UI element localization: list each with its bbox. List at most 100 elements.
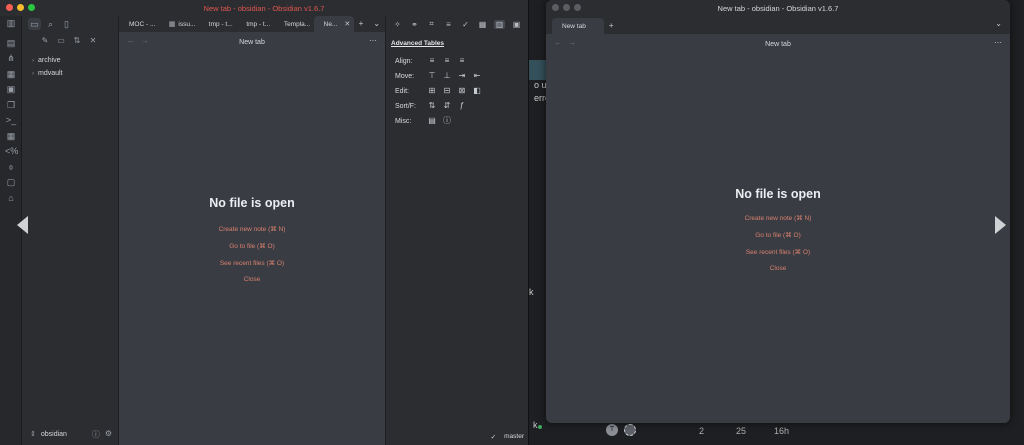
calendar-icon[interactable]: ▦: [477, 20, 488, 29]
window-title: New tab - obsidian - Obsidian v1.6.7: [203, 3, 325, 13]
chevron-right-icon: ›: [32, 70, 34, 77]
formula-icon[interactable]: ƒ: [457, 101, 467, 111]
csv-icon[interactable]: ▤: [427, 116, 437, 126]
close-link[interactable]: Close: [546, 265, 1010, 272]
sort-descending-icon[interactable]: ⇵: [442, 101, 452, 111]
tab-templates[interactable]: Templa...: [274, 16, 314, 32]
home-icon[interactable]: ⌂: [5, 192, 17, 204]
move-column-right-icon[interactable]: ⇥: [457, 71, 467, 81]
status-dot: [538, 425, 542, 429]
plug-icon[interactable]: ⌽: [5, 161, 17, 173]
align-left-icon[interactable]: ≡: [427, 56, 437, 66]
avatar[interactable]: T: [606, 424, 618, 436]
editor-area: MOC - ... ▦ issu... tmp - t... tmp - t...…: [119, 16, 385, 445]
tab-new[interactable]: Ne... ✕: [313, 16, 354, 32]
forward-arrow-icon[interactable]: →: [141, 36, 149, 45]
insert-row-icon[interactable]: ⊞: [427, 86, 437, 96]
folder-label: mdvault: [38, 70, 63, 77]
recent-files-link[interactable]: See recent files (⌘ O): [546, 248, 1010, 256]
sparkle-icon[interactable]: ✧: [392, 20, 403, 29]
window-title: New tab - obsidian - Obsidian v1.6.7: [717, 3, 839, 13]
tag-icon[interactable]: ⌗: [426, 19, 437, 29]
check-icon[interactable]: ✓: [460, 20, 471, 29]
window-titlebar: New tab - obsidian - Obsidian v1.6.7: [546, 0, 1010, 16]
create-new-note-link[interactable]: Create new note (⌘ N): [119, 225, 385, 233]
go-to-file-link[interactable]: Go to file (⌘ O): [546, 231, 1010, 239]
chevron-down-icon[interactable]: ⌄: [995, 19, 1002, 28]
go-to-file-link[interactable]: Go to file (⌘ O): [119, 242, 385, 250]
more-options-icon[interactable]: ⋯: [369, 36, 377, 45]
sort-ascending-icon[interactable]: ⇅: [427, 101, 437, 111]
row-label: Edit:: [395, 87, 410, 95]
next-arrow-icon[interactable]: [995, 216, 1006, 234]
link-icon[interactable]: ⚭: [409, 20, 420, 29]
help-icon[interactable]: ⓘ: [442, 116, 452, 126]
insert-column-icon[interactable]: ⊟: [442, 86, 452, 96]
edit-row: Edit: ⊞ ⊟ ⊠ ◧: [395, 86, 482, 96]
close-window-button[interactable]: [6, 4, 13, 11]
minimize-window-button[interactable]: [17, 4, 24, 11]
minimize-window-button[interactable]: [563, 4, 570, 11]
search-icon[interactable]: ⌕: [44, 18, 57, 30]
back-arrow-icon[interactable]: ←: [127, 36, 135, 45]
chevron-down-icon[interactable]: ⌄: [368, 16, 385, 32]
bookmark-icon[interactable]: ▯: [60, 18, 73, 30]
delete-column-icon[interactable]: ◧: [472, 86, 482, 96]
vault-switcher[interactable]: ⇕ obsidian ⓘ ⚙: [22, 423, 118, 445]
tree-folder[interactable]: › mdvault: [32, 70, 63, 77]
tab-issues[interactable]: ▦ issu...: [159, 16, 199, 32]
sidebar-toggle-icon[interactable]: ▥: [5, 17, 17, 29]
help-icon[interactable]: ⓘ: [92, 429, 100, 440]
forward-arrow-icon[interactable]: →: [568, 38, 576, 47]
tab-bar: New tab +: [546, 16, 1010, 34]
vault-footer-actions: ⓘ ⚙: [92, 429, 112, 440]
tab-tmp-2[interactable]: tmp - t...: [236, 16, 274, 32]
move-row-up-icon[interactable]: ⊤: [427, 71, 437, 81]
table-icon[interactable]: ▦: [5, 130, 17, 142]
move-column-left-icon[interactable]: ⇤: [472, 71, 482, 81]
folder-icon[interactable]: ▭: [28, 18, 41, 30]
sort-icon[interactable]: ⇅: [72, 36, 82, 45]
git-branch[interactable]: master: [504, 433, 524, 441]
zoom-window-button[interactable]: [574, 4, 581, 11]
tab-tmp-1[interactable]: tmp - t...: [199, 16, 237, 32]
history-nav: ← →: [554, 38, 576, 47]
align-center-icon[interactable]: ≡: [442, 56, 452, 66]
new-tab-button[interactable]: +: [354, 16, 369, 32]
delete-row-icon[interactable]: ⊠: [457, 86, 467, 96]
list-icon[interactable]: ≡: [443, 20, 454, 29]
graph-icon[interactable]: ⋔: [5, 52, 17, 64]
close-link[interactable]: Close: [119, 276, 385, 283]
recent-files-link[interactable]: See recent files (⌘ O): [119, 259, 385, 267]
align-right-icon[interactable]: ≡: [457, 56, 467, 66]
right-sidebar-toggle-icon[interactable]: ▣: [511, 20, 522, 29]
new-note-icon[interactable]: ✎: [40, 36, 50, 45]
collapse-icon[interactable]: ✕: [88, 36, 98, 45]
terminal-icon[interactable]: >_: [5, 114, 17, 126]
table-icon[interactable]: ▥: [494, 19, 505, 29]
grid-icon[interactable]: ▦: [5, 68, 17, 80]
more-options-icon[interactable]: ⋯: [994, 38, 1002, 47]
create-new-note-link[interactable]: Create new note (⌘ N): [546, 214, 1010, 222]
tab-bar: MOC - ... ▦ issu... tmp - t... tmp - t...…: [119, 16, 385, 32]
calendar-icon[interactable]: ▣: [5, 83, 17, 95]
close-window-button[interactable]: [552, 4, 559, 11]
copy-icon[interactable]: ❐: [5, 99, 17, 111]
move-row-down-icon[interactable]: ⊥: [442, 71, 452, 81]
new-tab-button[interactable]: +: [604, 18, 619, 34]
document-icon[interactable]: ▢: [5, 176, 17, 188]
background-text-fragment: k: [529, 287, 534, 297]
gear-icon[interactable]: ⚙: [105, 429, 112, 440]
tab-new[interactable]: New tab: [552, 18, 604, 34]
close-tab-icon[interactable]: ✕: [344, 20, 350, 28]
explorer-actions: ✎ ▭ ⇅ ✕: [40, 36, 98, 45]
tab-moc[interactable]: MOC - ...: [119, 16, 159, 32]
tree-folder[interactable]: › archive: [32, 57, 61, 64]
previous-arrow-icon[interactable]: [17, 216, 28, 234]
code-icon[interactable]: <%: [5, 145, 18, 157]
avatar[interactable]: [624, 424, 636, 436]
zoom-window-button[interactable]: [28, 4, 35, 11]
file-icon[interactable]: ▤: [5, 37, 17, 49]
new-folder-icon[interactable]: ▭: [56, 36, 66, 45]
back-arrow-icon[interactable]: ←: [554, 38, 562, 47]
